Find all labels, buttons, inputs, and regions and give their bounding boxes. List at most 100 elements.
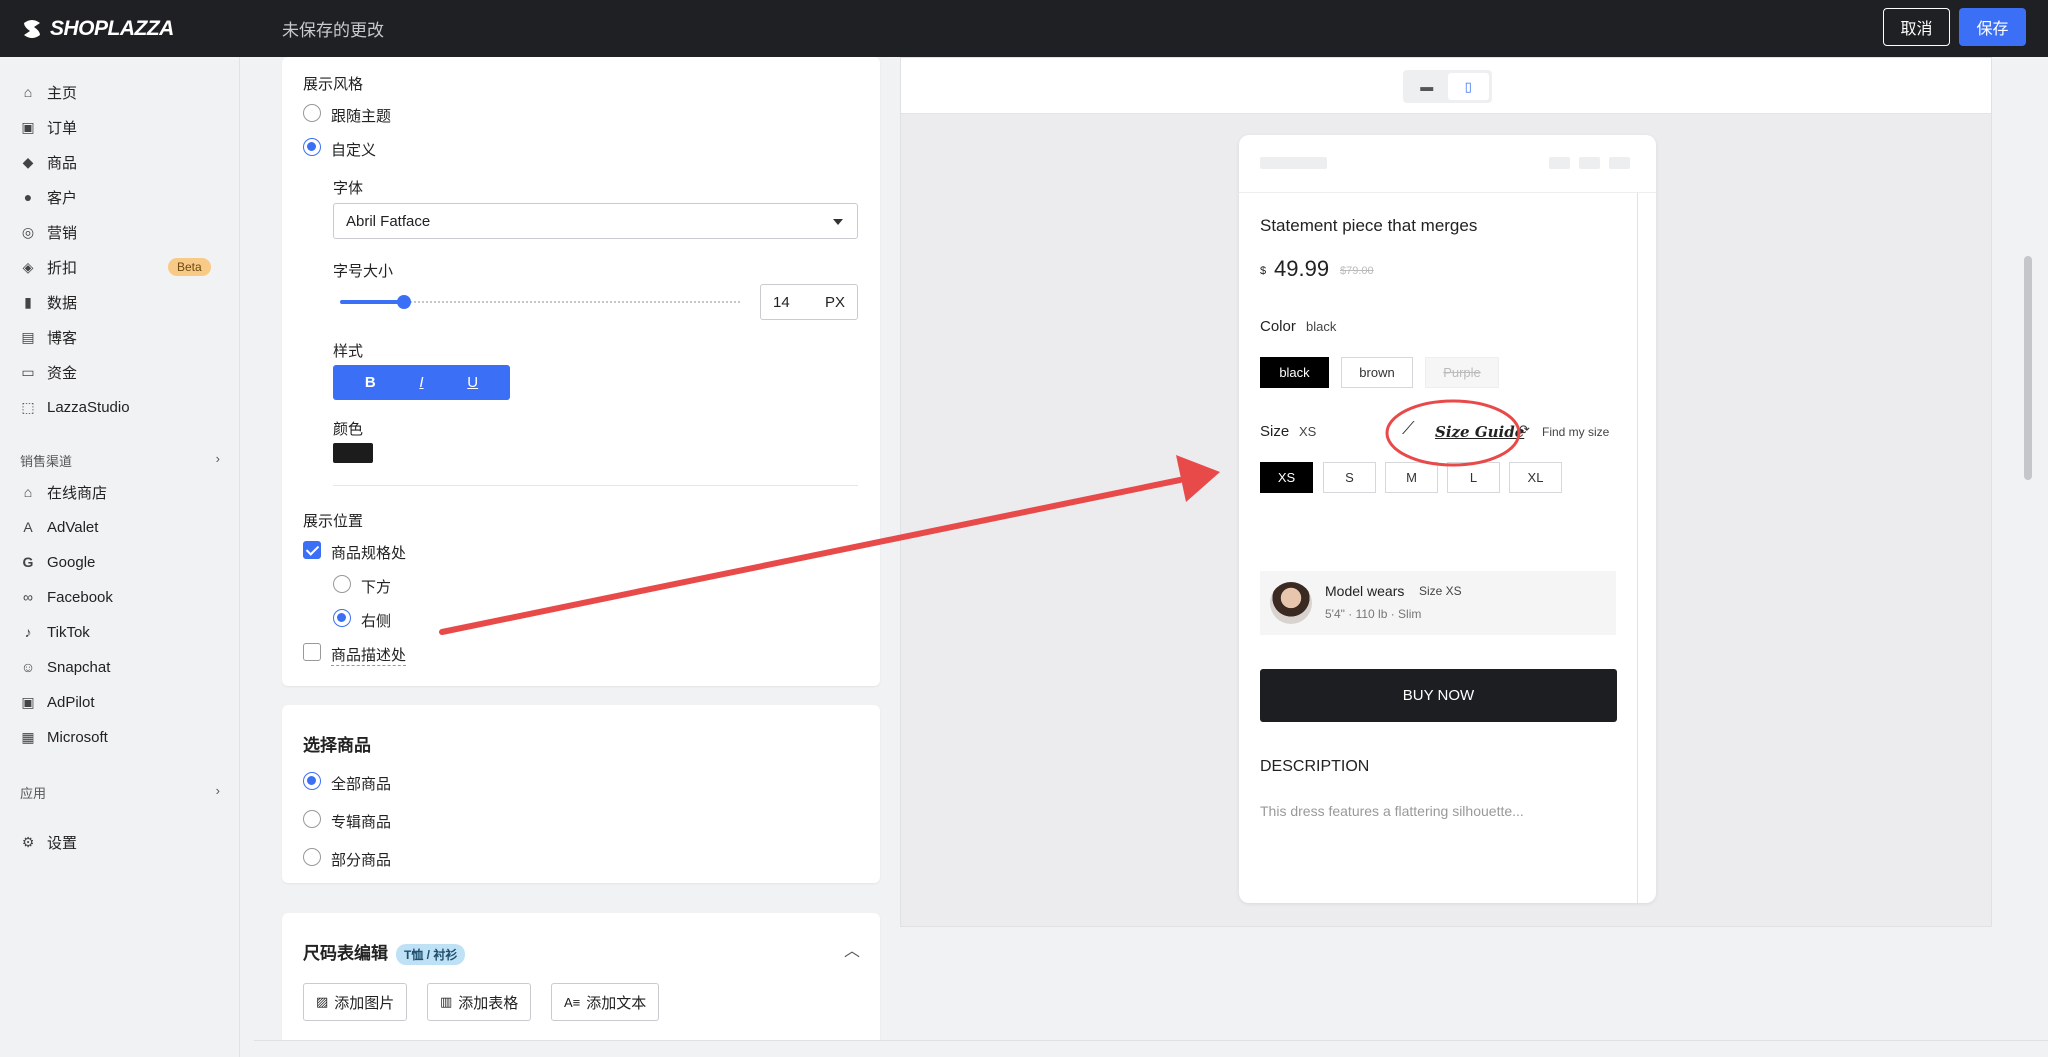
- color-swatch[interactable]: [333, 443, 373, 463]
- size-option-s[interactable]: S: [1323, 462, 1376, 493]
- apps-header[interactable]: 应用 ›: [20, 783, 220, 802]
- radio-position-below[interactable]: [333, 575, 351, 593]
- sidebar-item-marketing[interactable]: ◎ 营销: [0, 217, 240, 247]
- custom-label: 自定义: [331, 142, 377, 159]
- select-products-card: 选择商品 全部商品 专辑商品 部分商品: [282, 705, 880, 883]
- brand-logo[interactable]: SHOPLAZZA: [20, 17, 282, 41]
- size-option-xl[interactable]: XL: [1509, 462, 1562, 493]
- sidebar-item-label: 博客: [47, 329, 78, 347]
- font-select-value: Abril Fatface: [346, 212, 431, 230]
- snapchat-icon: ☺: [20, 659, 36, 675]
- preview-panel: ▬ ▯ Statement piece that merges $ 49.99 …: [900, 57, 1992, 927]
- target-icon: ◎: [21, 223, 35, 240]
- text-style-buttons: B I U: [333, 365, 510, 400]
- italic-button[interactable]: I: [419, 374, 423, 391]
- font-select[interactable]: Abril Fatface: [333, 203, 858, 239]
- find-my-size-link[interactable]: Find my size: [1542, 425, 1609, 439]
- color-option-black[interactable]: black: [1260, 357, 1329, 388]
- model-stats: 5'4" · 110 lb · Slim: [1325, 607, 1422, 621]
- font-size-input[interactable]: 14 PX: [760, 284, 858, 320]
- radio-follow-theme[interactable]: [303, 104, 321, 122]
- sidebar-item-adpilot[interactable]: ▣ AdPilot: [0, 687, 240, 717]
- chevron-right-icon: ›: [215, 783, 220, 798]
- size-option-l[interactable]: L: [1447, 462, 1500, 493]
- radio-some-products[interactable]: [303, 848, 321, 866]
- add-image-button[interactable]: ▨ 添加图片: [303, 983, 408, 1021]
- sidebar-item-customers[interactable]: ● 客户: [0, 182, 240, 212]
- bar-chart-icon: ▮: [24, 293, 32, 310]
- sidebar-item-label: 资金: [47, 364, 78, 382]
- sales-channels-header[interactable]: 销售渠道 ›: [20, 451, 220, 470]
- sidebar-item-settings[interactable]: ⚙ 设置: [0, 827, 240, 857]
- radio-all-products[interactable]: [303, 772, 321, 790]
- some-products-label: 部分商品: [331, 852, 392, 869]
- divider: [333, 485, 858, 486]
- product-price: 49.99: [1274, 256, 1330, 281]
- sidebar-item-label: Snapchat: [47, 658, 111, 676]
- buy-now-button[interactable]: BUY NOW: [1260, 669, 1617, 722]
- radio-collection-products[interactable]: [303, 810, 321, 828]
- sidebar-item-microsoft[interactable]: ▦ Microsoft: [0, 722, 240, 752]
- sidebar-item-blog[interactable]: ▤ 博客: [0, 322, 240, 352]
- save-button[interactable]: 保存: [1959, 8, 2026, 46]
- adpilot-icon: ▣: [21, 693, 35, 710]
- font-size-slider-handle[interactable]: [397, 295, 412, 309]
- sidebar-item-label: 营销: [47, 224, 78, 242]
- sidebar-item-google[interactable]: G Google: [0, 547, 240, 577]
- currency-symbol: $: [1260, 265, 1267, 277]
- sidebar-item-advalet[interactable]: A AdValet: [0, 512, 240, 542]
- sidebar-item-discounts[interactable]: ◈ 折扣 Beta: [0, 252, 240, 282]
- font-size-slider-fill: [340, 300, 405, 304]
- icon-placeholder: [1579, 157, 1600, 169]
- add-table-label: 添加表格: [458, 994, 519, 1012]
- color-option-label: Color: [1260, 318, 1296, 335]
- sidebar-item-label: 订单: [47, 119, 78, 137]
- color-option-brown[interactable]: brown: [1341, 357, 1413, 388]
- text-style-label: 样式: [333, 343, 364, 360]
- sidebar-item-home[interactable]: ⌂ 主页: [0, 77, 240, 107]
- sidebar-item-finance[interactable]: ▭ 资金: [0, 357, 240, 387]
- desktop-icon: ▬: [1420, 79, 1434, 94]
- add-text-button[interactable]: A≡ 添加文本: [551, 983, 660, 1021]
- icon-placeholder: [1609, 157, 1630, 169]
- sidebar-item-products[interactable]: ◆ 商品: [0, 147, 240, 177]
- size-guide-link[interactable]: Size Guide: [1435, 423, 1524, 441]
- sidebar-item-tiktok[interactable]: ♪ TikTok: [0, 617, 240, 647]
- radio-position-right[interactable]: [333, 609, 351, 627]
- display-position-title: 展示位置: [303, 513, 364, 530]
- sidebar-item-facebook[interactable]: ∞ Facebook: [0, 582, 240, 612]
- sidebar-item-lazzastudio[interactable]: ⬚ LazzaStudio: [0, 392, 240, 422]
- font-size-label: 字号大小: [333, 263, 394, 280]
- desktop-view-button[interactable]: ▬: [1406, 73, 1448, 100]
- sidebar-item-label: 设置: [47, 834, 78, 852]
- ruler-icon: ⟋: [1402, 418, 1415, 438]
- checkbox-description-position[interactable]: [303, 643, 321, 661]
- sidebar-item-label: Google: [47, 553, 96, 571]
- description-text: This dress features a flattering silhoue…: [1260, 803, 1524, 819]
- size-option-m[interactable]: M: [1385, 462, 1438, 493]
- device-toggle: ▬ ▯: [1403, 70, 1492, 103]
- radio-custom[interactable]: [303, 138, 321, 156]
- chevron-up-icon[interactable]: ︿: [844, 937, 860, 961]
- position-right-label: 右侧: [361, 613, 392, 630]
- underline-button[interactable]: U: [467, 374, 478, 391]
- display-style-card: 展示风格 跟随主题 自定义 字体 Abril Fatface 字号大小 14 PX…: [282, 57, 880, 686]
- tiktok-icon: ♪: [24, 624, 32, 640]
- sidebar-item-analytics[interactable]: ▮ 数据: [0, 287, 240, 317]
- sidebar-item-snapchat[interactable]: ☺ Snapchat: [0, 652, 240, 682]
- table-icon: ▥: [440, 994, 453, 1009]
- checkbox-spec-position[interactable]: [303, 541, 321, 559]
- add-table-button[interactable]: ▥ 添加表格: [427, 983, 532, 1021]
- mobile-view-button[interactable]: ▯: [1447, 73, 1489, 100]
- sidebar-item-online-store[interactable]: ⌂ 在线商店: [0, 477, 240, 507]
- bold-button[interactable]: B: [365, 374, 376, 391]
- size-chart-title-text: 尺码表编辑: [303, 944, 388, 963]
- size-option-xs[interactable]: XS: [1260, 462, 1313, 493]
- sidebar-item-orders[interactable]: ▣ 订单: [0, 112, 240, 142]
- cancel-button[interactable]: 取消: [1883, 8, 1950, 46]
- collection-products-label: 专辑商品: [331, 814, 392, 831]
- sidebar-item-label: Facebook: [47, 588, 113, 606]
- page-scrollbar[interactable]: [2024, 256, 2032, 480]
- gear-icon: ⚙: [21, 833, 35, 850]
- sidebar-item-label: Microsoft: [47, 728, 108, 746]
